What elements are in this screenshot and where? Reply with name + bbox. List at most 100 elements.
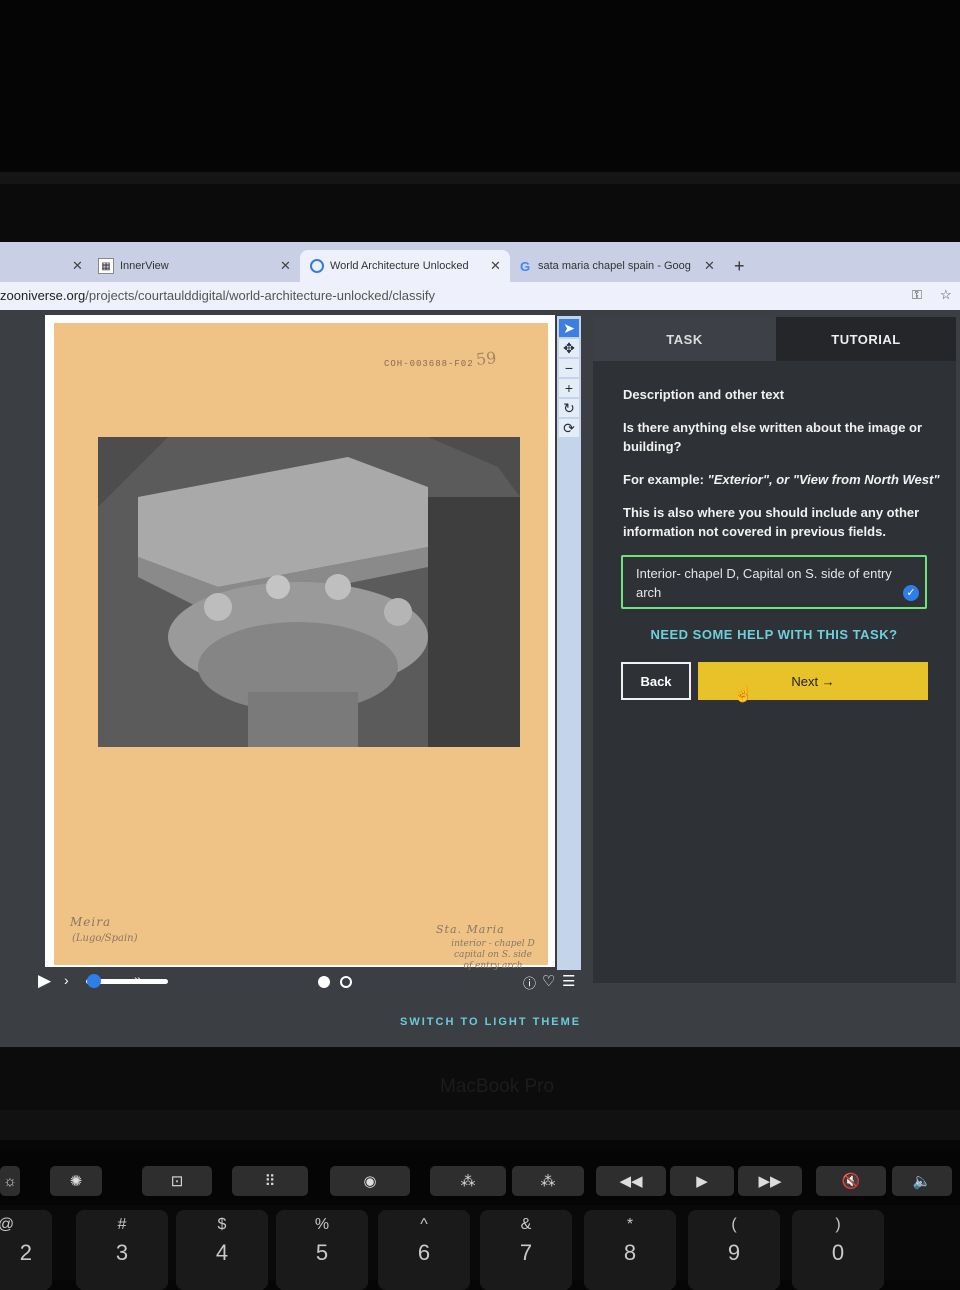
key-number: 2 bbox=[19, 1240, 32, 1265]
url-path: /projects/courtaulddigital/world-archite… bbox=[85, 288, 435, 303]
url-text[interactable]: zooniverse.org/projects/courtaulddigital… bbox=[0, 288, 435, 303]
tab-world-architecture[interactable]: World Architecture Unlocked ✕ bbox=[300, 250, 510, 282]
rewind-icon[interactable]: ◀◀ bbox=[596, 1166, 666, 1196]
stamp-code: COH-003688-F02 bbox=[384, 359, 474, 369]
keyboard-dim-icon[interactable]: ⁂ bbox=[430, 1166, 506, 1196]
frame-dot-1[interactable] bbox=[318, 976, 330, 988]
tab-previous[interactable]: ✕ bbox=[0, 250, 88, 282]
stamp-number: 59 bbox=[475, 347, 498, 370]
key-number: 5 bbox=[315, 1240, 329, 1265]
capital-photo bbox=[98, 437, 520, 747]
example-text: "Exterior", or "View from North West" bbox=[707, 472, 940, 487]
step-forward-icon[interactable]: » bbox=[134, 971, 142, 987]
key-2[interactable]: @2 bbox=[0, 1210, 52, 1290]
detail-line-2: capital on S. side bbox=[454, 950, 532, 960]
zoom-out-icon[interactable]: − bbox=[559, 359, 579, 377]
help-link[interactable]: NEED SOME HELP WITH THIS TASK? bbox=[621, 627, 927, 642]
address-bar[interactable]: zooniverse.org/projects/courtaulddigital… bbox=[0, 282, 960, 310]
laptop-brand: MacBook Pro bbox=[440, 1076, 555, 1097]
volume-down-icon[interactable]: 🔈 bbox=[892, 1166, 952, 1196]
detail-line-1: interior - chapel D bbox=[451, 939, 535, 949]
browser-tab-bar: ✕ ▦ InnerView ✕ World Architecture Unloc… bbox=[0, 242, 960, 282]
tab-label: World Architecture Unlocked bbox=[330, 260, 469, 272]
collections-icon[interactable]: ☰ bbox=[562, 972, 575, 990]
detail-caption: interior - chapel D capital on S. side o… bbox=[438, 939, 548, 972]
task-example: For example: "Exterior", or "View from N… bbox=[623, 470, 943, 489]
back-button[interactable]: Back bbox=[621, 662, 691, 700]
tab-task[interactable]: TASK bbox=[593, 317, 776, 361]
close-icon[interactable]: ✕ bbox=[72, 258, 83, 274]
key-number: 4 bbox=[215, 1240, 229, 1265]
subject-viewer[interactable]: COH-003688-F02 59 Meira (Lugo/Spain) Sta… bbox=[45, 315, 555, 971]
key-4[interactable]: $4 bbox=[176, 1210, 268, 1290]
key-number: 8 bbox=[623, 1240, 637, 1265]
star-icon[interactable]: ☆ bbox=[940, 287, 952, 303]
key-symbol: ^ bbox=[420, 1216, 428, 1233]
move-icon[interactable]: ✥ bbox=[559, 339, 579, 357]
key-6[interactable]: ^ 6 bbox=[378, 1210, 470, 1290]
screen-bezel-top bbox=[0, 0, 960, 175]
mission-control-icon[interactable]: ⊡ bbox=[142, 1166, 212, 1196]
task-info: This is also where you should include an… bbox=[623, 505, 920, 539]
viewer-controls: ▶ › » ⓘ ♡ ☰ bbox=[36, 970, 586, 996]
switch-theme-link[interactable]: SWITCH TO LIGHT THEME bbox=[400, 1016, 581, 1028]
tab-google-search[interactable]: G sata maria chapel spain - Goog ✕ bbox=[518, 250, 723, 282]
step-back-icon[interactable]: › bbox=[64, 972, 69, 988]
viewer-toolbar: ➤ ✥ − + ↻ ⟳ bbox=[557, 316, 581, 970]
key-symbol: @ bbox=[0, 1216, 52, 1234]
laptop-hinge bbox=[0, 1110, 960, 1140]
example-prefix: For example: bbox=[623, 472, 708, 487]
key-number: 9 bbox=[727, 1240, 741, 1265]
close-icon[interactable]: ✕ bbox=[490, 258, 501, 274]
keyboard-bright-icon[interactable]: ⁂ bbox=[512, 1166, 584, 1196]
heart-icon[interactable]: ♡ bbox=[542, 972, 555, 990]
google-icon: G bbox=[519, 258, 531, 274]
innerview-icon: ▦ bbox=[98, 258, 114, 274]
hand-cursor-icon: ☝ bbox=[733, 686, 753, 703]
task-heading: Description and other text bbox=[623, 387, 785, 402]
tab-label: sata maria chapel spain - Goog bbox=[538, 260, 691, 272]
archive-sheet: COH-003688-F02 59 Meira (Lugo/Spain) Sta… bbox=[54, 323, 548, 971]
key-7[interactable]: & 7 bbox=[480, 1210, 572, 1290]
pointer-icon[interactable]: ➤ bbox=[559, 319, 579, 337]
key-5[interactable]: % 5 bbox=[276, 1210, 368, 1290]
tab-innerview[interactable]: ▦ InnerView ✕ bbox=[98, 250, 298, 282]
launchpad-icon[interactable]: ⠿ bbox=[232, 1166, 308, 1196]
key-number: 3 bbox=[115, 1240, 129, 1265]
tab-tutorial[interactable]: TUTORIAL bbox=[776, 317, 956, 361]
task-panel: TASK TUTORIAL Description and other text… bbox=[593, 317, 956, 983]
bezel-edge bbox=[0, 172, 960, 184]
location-caption: Meira bbox=[70, 915, 112, 929]
close-icon[interactable]: ✕ bbox=[280, 258, 291, 274]
frame-dot-2[interactable] bbox=[340, 976, 352, 988]
mute-icon[interactable]: 🔇 bbox=[816, 1166, 886, 1196]
frame-slider-handle[interactable] bbox=[87, 974, 102, 988]
close-icon[interactable]: ✕ bbox=[704, 258, 715, 274]
screenshot-icon[interactable]: ◉ bbox=[330, 1166, 410, 1196]
brightness-up-icon[interactable]: ✺ bbox=[50, 1166, 102, 1196]
zoom-in-icon[interactable]: + bbox=[559, 379, 579, 397]
key-3[interactable]: #3 bbox=[76, 1210, 168, 1290]
info-icon[interactable]: ⓘ bbox=[523, 973, 536, 992]
url-domain: zooniverse.org bbox=[0, 288, 86, 303]
play-icon[interactable]: ▶ bbox=[38, 971, 51, 991]
key-symbol: # bbox=[117, 1216, 127, 1233]
key-number: 6 bbox=[417, 1240, 431, 1265]
key-symbol: % bbox=[314, 1216, 330, 1233]
new-tab-button[interactable]: + bbox=[734, 250, 754, 282]
classify-page: COH-003688-F02 59 Meira (Lugo/Spain) Sta… bbox=[0, 310, 960, 1047]
key-8[interactable]: * 8 bbox=[584, 1210, 676, 1290]
fast-forward-icon[interactable]: ▶▶ bbox=[738, 1166, 802, 1196]
key-symbol: ( bbox=[731, 1216, 737, 1233]
task-question: Is there anything else written about the… bbox=[623, 420, 923, 454]
key-number: 0 bbox=[831, 1240, 845, 1265]
key-0[interactable]: ) 0 bbox=[792, 1210, 884, 1290]
key-9[interactable]: (9 bbox=[688, 1210, 780, 1290]
play-pause-icon[interactable]: ▶ bbox=[670, 1166, 734, 1196]
key-number: 7 bbox=[519, 1240, 533, 1265]
reset-icon[interactable]: ⟳ bbox=[559, 419, 579, 437]
key-icon[interactable]: ⚿ bbox=[912, 287, 922, 303]
rotate-icon[interactable]: ↻ bbox=[559, 399, 579, 417]
brightness-down-icon[interactable]: ☼ bbox=[0, 1166, 20, 1196]
description-textarea[interactable]: Interior- chapel D, Capital on S. side o… bbox=[621, 555, 927, 609]
